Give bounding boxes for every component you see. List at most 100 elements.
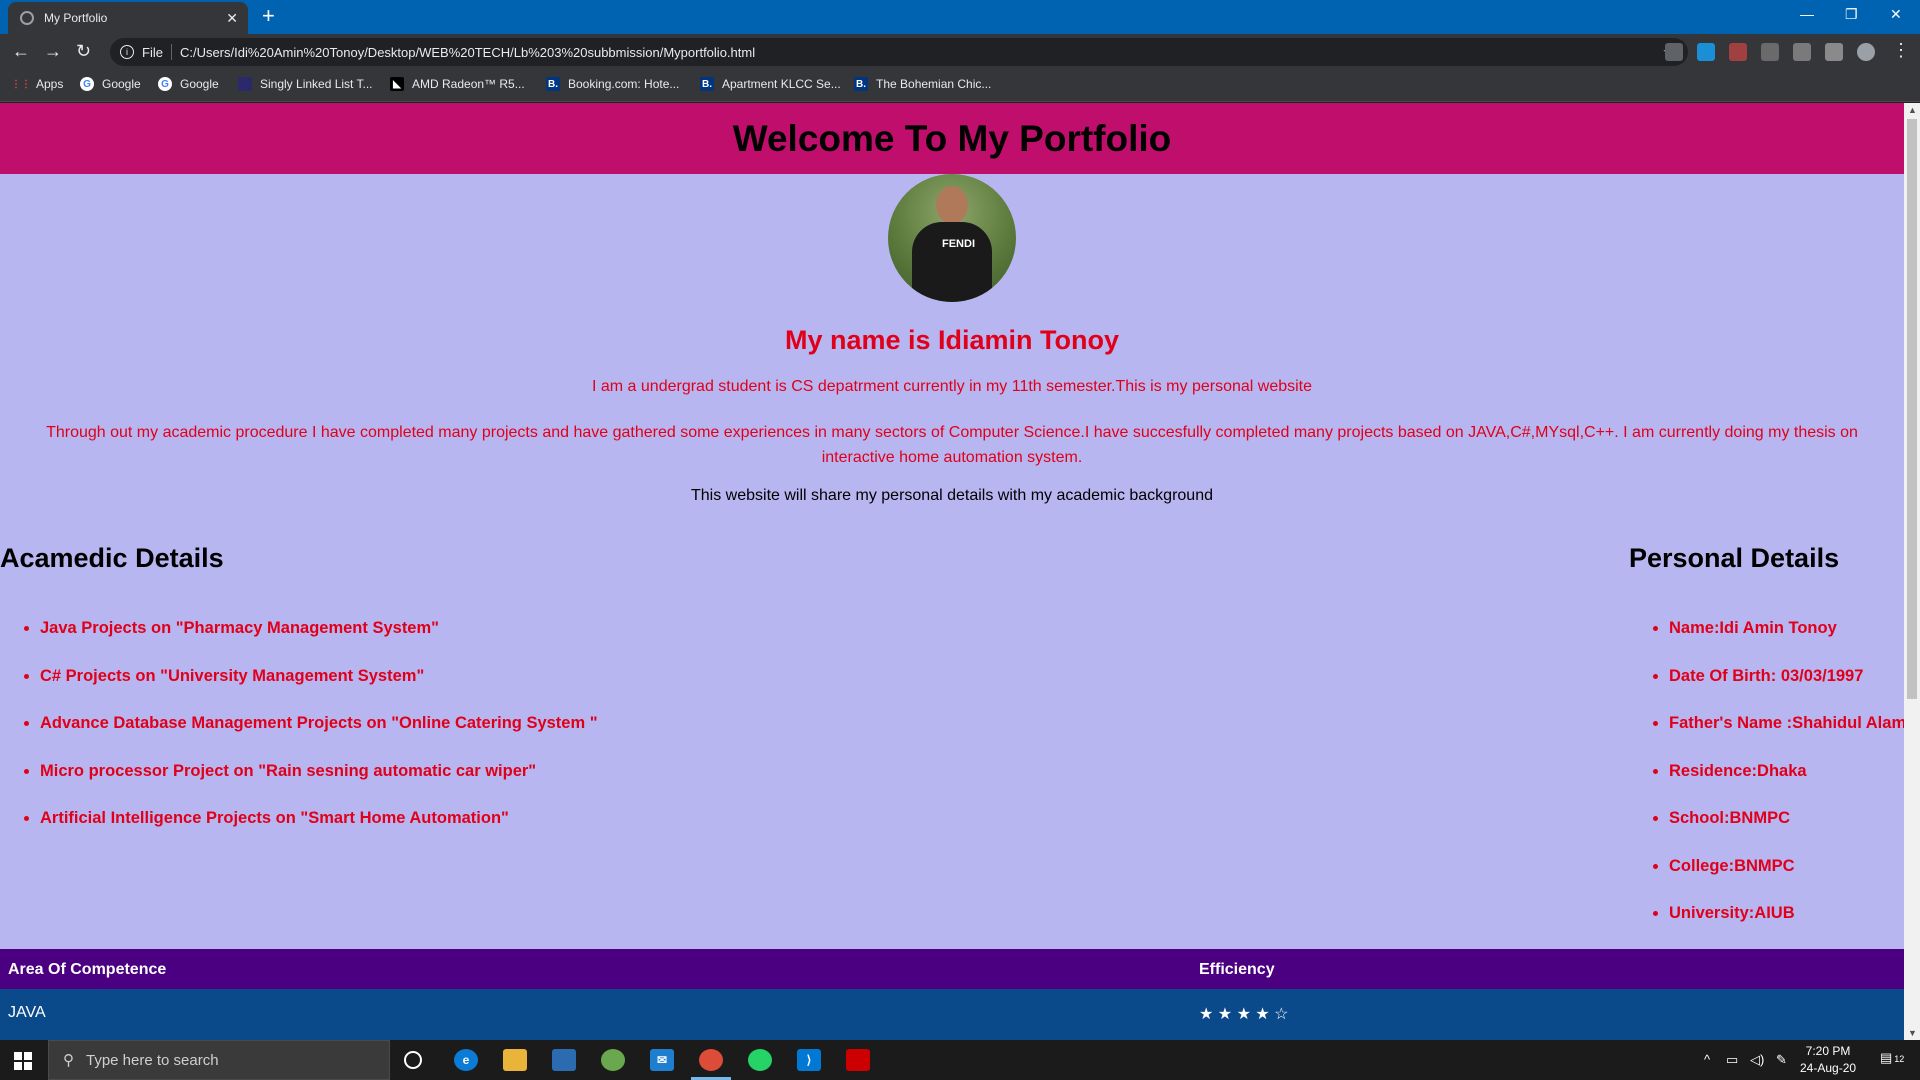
amd-icon: ◣ (390, 77, 404, 91)
list-item: Date Of Birth: 03/03/1997 (1669, 667, 1904, 715)
info-icon[interactable]: i (120, 45, 134, 59)
personal-heading: Personal Details (1629, 543, 1840, 573)
paint-icon[interactable] (601, 1049, 625, 1071)
booking-icon: B. (854, 77, 868, 91)
address-bar[interactable]: i File C:/Users/Idi%20Amin%20Tonoy/Deskt… (110, 38, 1688, 66)
shirt-logo: FENDI (942, 238, 975, 250)
summary-text: This website will share my personal deta… (691, 487, 1213, 504)
competence-table-header: Area Of Competence Efficiency (0, 949, 1904, 989)
notification-icon[interactable]: ▤ 12 (1880, 1050, 1904, 1066)
academic-heading: Acamedic Details (0, 543, 224, 573)
back-icon[interactable]: ← (12, 42, 30, 60)
list-item: University:AIUB (1669, 904, 1904, 952)
tab-my-portfolio[interactable]: My Portfolio ✕ (8, 2, 248, 34)
extension-icon[interactable] (1761, 43, 1779, 61)
tab-title: My Portfolio (44, 11, 108, 25)
menu-dots-icon[interactable]: ⋮ (1892, 41, 1910, 59)
bookmark-google[interactable]: G Google (158, 77, 219, 91)
minimize-icon[interactable]: — (1800, 6, 1814, 22)
address-separator (170, 44, 172, 60)
google-icon: G (158, 77, 172, 91)
vscode-icon[interactable]: ⟩ (797, 1049, 821, 1071)
extension-icon[interactable] (1697, 43, 1715, 61)
network-icon[interactable]: ▭ (1726, 1052, 1738, 1068)
show-hidden-icons-icon[interactable]: ^ (1704, 1052, 1710, 1067)
volume-icon[interactable]: ◁) (1750, 1052, 1764, 1068)
profile-avatar-icon[interactable] (1857, 43, 1875, 61)
mail-icon[interactable]: ✉ (650, 1049, 674, 1071)
rating-stars: ★ ★ ★ ★ ☆ (1199, 1006, 1289, 1023)
browser-titlebar: My Portfolio ✕ + — ❐ ✕ (0, 0, 1920, 34)
photo-head (936, 186, 968, 224)
windows-start-icon[interactable] (14, 1052, 32, 1070)
column-header-area: Area Of Competence (8, 961, 167, 978)
list-item: Micro processor Project on "Rain sesning… (40, 762, 598, 810)
personal-list: Name:Idi Amin Tonoy Date Of Birth: 03/03… (1669, 619, 1904, 952)
list-item: Advance Database Management Projects on … (40, 714, 598, 762)
cortana-icon[interactable] (404, 1051, 422, 1069)
download-icon[interactable] (1793, 43, 1811, 61)
bookmark-booking[interactable]: B. Booking.com: Hote... (546, 77, 679, 91)
edge-icon[interactable]: e (454, 1049, 478, 1071)
scroll-down-arrow-icon[interactable]: ▼ (1908, 1028, 1917, 1038)
scroll-up-arrow-icon[interactable]: ▲ (1908, 105, 1917, 115)
store-icon[interactable] (552, 1049, 576, 1071)
bookmark-google[interactable]: G Google (80, 77, 141, 91)
apps-grid-icon: ⋮⋮ (11, 78, 31, 90)
taskbar-search-box[interactable]: ⚲ Type here to search (48, 1040, 390, 1080)
extensions-puzzle-icon[interactable] (1825, 43, 1843, 61)
description-text: Through out my academic procedure I have… (46, 424, 1858, 466)
list-item: Residence:Dhaka (1669, 762, 1904, 810)
site-icon (238, 77, 252, 91)
acrobat-icon[interactable] (846, 1049, 870, 1071)
extension-icon[interactable] (1665, 43, 1683, 61)
taskbar-clock[interactable]: 7:20 PM 24-Aug-20 (1800, 1043, 1856, 1077)
pen-icon[interactable]: ✎ (1776, 1052, 1787, 1068)
whatsapp-icon[interactable] (748, 1049, 772, 1071)
profile-photo: FENDI (888, 174, 1016, 302)
list-item: Java Projects on "Pharmacy Management Sy… (40, 619, 598, 667)
forward-icon[interactable]: → (44, 42, 62, 60)
close-tab-icon[interactable]: ✕ (226, 10, 238, 27)
bookmark-linked-list[interactable]: Singly Linked List T... (238, 77, 373, 91)
list-item: C# Projects on "University Management Sy… (40, 667, 598, 715)
clock-time: 7:20 PM (1805, 1044, 1851, 1058)
list-item: School:BNMPC (1669, 809, 1904, 857)
globe-icon (20, 11, 34, 25)
bookmark-amd[interactable]: ◣ AMD Radeon™ R5... (390, 77, 525, 91)
file-explorer-icon[interactable] (503, 1049, 527, 1071)
list-item: College:BNMPC (1669, 857, 1904, 905)
search-icon: ⚲ (63, 1052, 74, 1069)
bookmarks-bar: ⋮⋮ Apps G Google G Google Singly Linked … (0, 70, 1920, 102)
table-cell-area: JAVA (8, 1004, 46, 1021)
new-tab-button[interactable]: + (262, 5, 275, 27)
chrome-icon[interactable] (699, 1049, 723, 1071)
intro-text: I am a undergrad student is CS depatrmen… (591, 378, 1313, 395)
booking-icon: B. (700, 77, 714, 91)
search-placeholder: Type here to search (86, 1051, 219, 1069)
address-url[interactable]: C:/Users/Idi%20Amin%20Tonoy/Desktop/WEB%… (180, 45, 755, 60)
notification-count: 12 (1894, 1054, 1905, 1064)
list-item: Name:Idi Amin Tonoy (1669, 619, 1904, 667)
page-viewport: Welcome To My Portfolio FENDI My name is… (0, 103, 1904, 1040)
list-item: Artificial Intelligence Projects on "Sma… (40, 809, 598, 857)
page-title: Welcome To My Portfolio (732, 117, 1172, 159)
table-row: JAVA ★ ★ ★ ★ ☆ (0, 989, 1904, 1040)
bookmark-apartment[interactable]: B. Apartment KLCC Se... (700, 77, 841, 91)
bookmark-apps[interactable]: ⋮⋮ Apps (11, 77, 63, 91)
browser-toolbar: ← → ↻ i File C:/Users/Idi%20Amin%20Tonoy… (0, 34, 1920, 70)
name-heading: My name is Idiamin Tonoy (784, 325, 1120, 355)
extension-icon[interactable] (1729, 43, 1747, 61)
address-scheme: File (142, 44, 163, 60)
booking-icon: B. (546, 77, 560, 91)
restore-icon[interactable]: ❐ (1845, 6, 1858, 23)
list-item: Father's Name :Shahidul Alam (1669, 714, 1904, 762)
reload-icon[interactable]: ↻ (76, 42, 91, 60)
scrollbar-thumb[interactable] (1907, 119, 1917, 699)
academic-list: Java Projects on "Pharmacy Management Sy… (40, 619, 598, 857)
page-scrollbar[interactable]: ▲ ▼ (1904, 103, 1920, 1040)
clock-date: 24-Aug-20 (1800, 1061, 1857, 1075)
photo-body (912, 222, 992, 302)
close-window-icon[interactable]: ✕ (1890, 6, 1902, 23)
bookmark-bohemian[interactable]: B. The Bohemian Chic... (854, 77, 991, 91)
